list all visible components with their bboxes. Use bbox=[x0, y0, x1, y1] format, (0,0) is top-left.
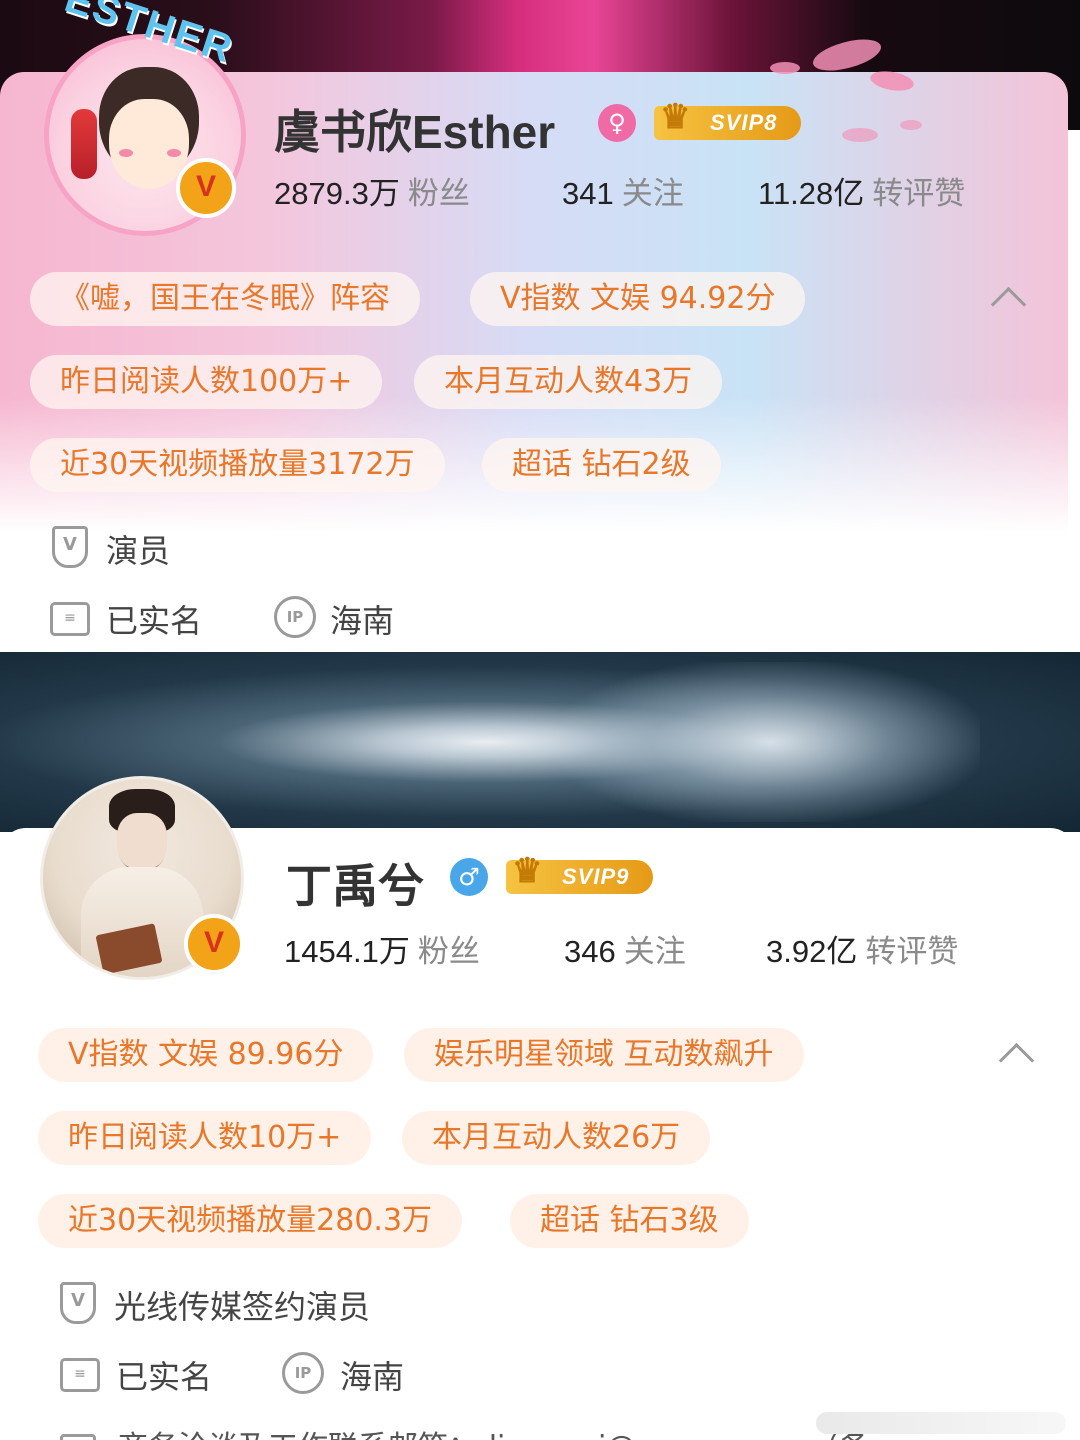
ip-location-icon: IP bbox=[274, 596, 316, 638]
verified-title: 光线传媒签约演员 bbox=[114, 1288, 371, 1326]
avatar-cheek bbox=[119, 149, 133, 157]
tag-super-topic[interactable]: 超话 钻石3级 bbox=[510, 1194, 749, 1248]
stat-value: 2879.3万 bbox=[274, 176, 400, 211]
profile-name: 虞书欣Esther bbox=[274, 106, 556, 158]
stat-following[interactable]: 341 关注 bbox=[562, 168, 684, 213]
stat-followers[interactable]: 1454.1万 粉丝 bbox=[284, 926, 480, 971]
crown-icon: ♛ bbox=[512, 852, 544, 890]
tag-daily-readers[interactable]: 昨日阅读人数10万+ bbox=[38, 1111, 372, 1165]
stat-label: 转评赞 bbox=[872, 176, 966, 212]
tag-super-topic[interactable]: 超话 钻石2级 bbox=[482, 438, 721, 492]
stat-followers[interactable]: 2879.3万 粉丝 bbox=[274, 168, 470, 213]
profile-card-dingyuxi: V 丁禹兮 ♂ ♛ SVIP9 1454.1万 粉丝 346 关注 3.92亿 转评赞… bbox=[0, 652, 1080, 1440]
id-card-icon: ≡ bbox=[50, 602, 90, 636]
female-icon: ♀ bbox=[598, 104, 636, 142]
stat-label: 粉丝 bbox=[417, 934, 480, 970]
verified-badge-icon: V bbox=[176, 158, 236, 218]
stat-interactions[interactable]: 11.28亿 转评赞 bbox=[758, 168, 965, 213]
stat-value: 341 bbox=[562, 176, 614, 211]
tag-daily-readers[interactable]: 昨日阅读人数100万+ bbox=[30, 355, 383, 409]
crown-icon: ♛ bbox=[660, 98, 692, 136]
mail-icon bbox=[60, 1433, 96, 1440]
male-icon: ♂ bbox=[450, 858, 488, 896]
contact-email-row[interactable]: 商务洽谈及工作联系邮箱：dingyuxi@ewang.com（备 bbox=[60, 1422, 869, 1440]
tag-monthly-interactions[interactable]: 本月互动人数26万 bbox=[402, 1111, 711, 1165]
fish-decoration-icon bbox=[770, 62, 800, 74]
tag-monthly-interactions[interactable]: 本月互动人数43万 bbox=[414, 355, 723, 409]
ip-location: 海南 bbox=[340, 1358, 405, 1396]
verified-title: 演员 bbox=[106, 532, 171, 570]
stat-label: 粉丝 bbox=[407, 176, 470, 212]
contact-email-text: 商务洽谈及工作联系邮箱：dingyuxi@ewang.com（备 bbox=[118, 1430, 869, 1440]
id-card-icon: ≡ bbox=[60, 1358, 100, 1392]
svip-badge[interactable]: ♛ SVIP8 bbox=[654, 100, 802, 140]
tag-drama-cast[interactable]: 《嘘，国王在冬眠》阵容 bbox=[30, 272, 420, 326]
fish-decoration-icon bbox=[842, 128, 878, 142]
avatar-candy bbox=[71, 109, 97, 179]
verified-badge-icon: V bbox=[184, 914, 244, 974]
svip-badge[interactable]: ♛ SVIP9 bbox=[506, 854, 654, 894]
avatar-cartoon-face bbox=[109, 99, 189, 189]
svip-level: SVIP8 bbox=[710, 110, 778, 135]
ip-location: 海南 bbox=[330, 602, 395, 640]
stat-value: 11.28亿 bbox=[758, 176, 865, 211]
verified-shield-icon: V bbox=[52, 526, 88, 568]
profile-card-esther: ESTHER V 虞书欣Esther ♀ ♛ SVIP8 2879.3万 粉丝 3… bbox=[0, 0, 1080, 652]
avatar-face bbox=[117, 813, 167, 869]
real-name-status: 已实名 bbox=[116, 1358, 213, 1396]
verified-shield-icon: V bbox=[60, 1282, 96, 1324]
banner-water-spray bbox=[560, 662, 980, 822]
fish-decoration-icon bbox=[900, 120, 922, 130]
stat-label: 关注 bbox=[621, 176, 684, 212]
tag-video-plays[interactable]: 近30天视频播放量3172万 bbox=[30, 438, 445, 492]
stat-value: 1454.1万 bbox=[284, 934, 410, 969]
profile-name: 丁禹兮 bbox=[286, 860, 424, 912]
stat-label: 转评赞 bbox=[865, 934, 959, 970]
avatar-cheek bbox=[167, 149, 181, 157]
stat-following[interactable]: 346 关注 bbox=[564, 926, 686, 971]
stat-interactions[interactable]: 3.92亿 转评赞 bbox=[766, 926, 958, 971]
tag-v-index[interactable]: V指数 文娱 94.92分 bbox=[470, 272, 806, 326]
svip-level: SVIP9 bbox=[562, 864, 630, 889]
tag-trending-domain[interactable]: 娱乐明星领域 互动数飙升 bbox=[404, 1028, 804, 1082]
stat-value: 3.92亿 bbox=[766, 934, 858, 969]
tag-v-index[interactable]: V指数 文娱 89.96分 bbox=[38, 1028, 374, 1082]
stat-value: 346 bbox=[564, 934, 616, 969]
real-name-status: 已实名 bbox=[106, 602, 203, 640]
stat-label: 关注 bbox=[623, 934, 686, 970]
tag-video-plays[interactable]: 近30天视频播放量280.3万 bbox=[38, 1194, 463, 1248]
ip-location-icon: IP bbox=[282, 1352, 324, 1394]
watermark-bar bbox=[816, 1412, 1066, 1434]
